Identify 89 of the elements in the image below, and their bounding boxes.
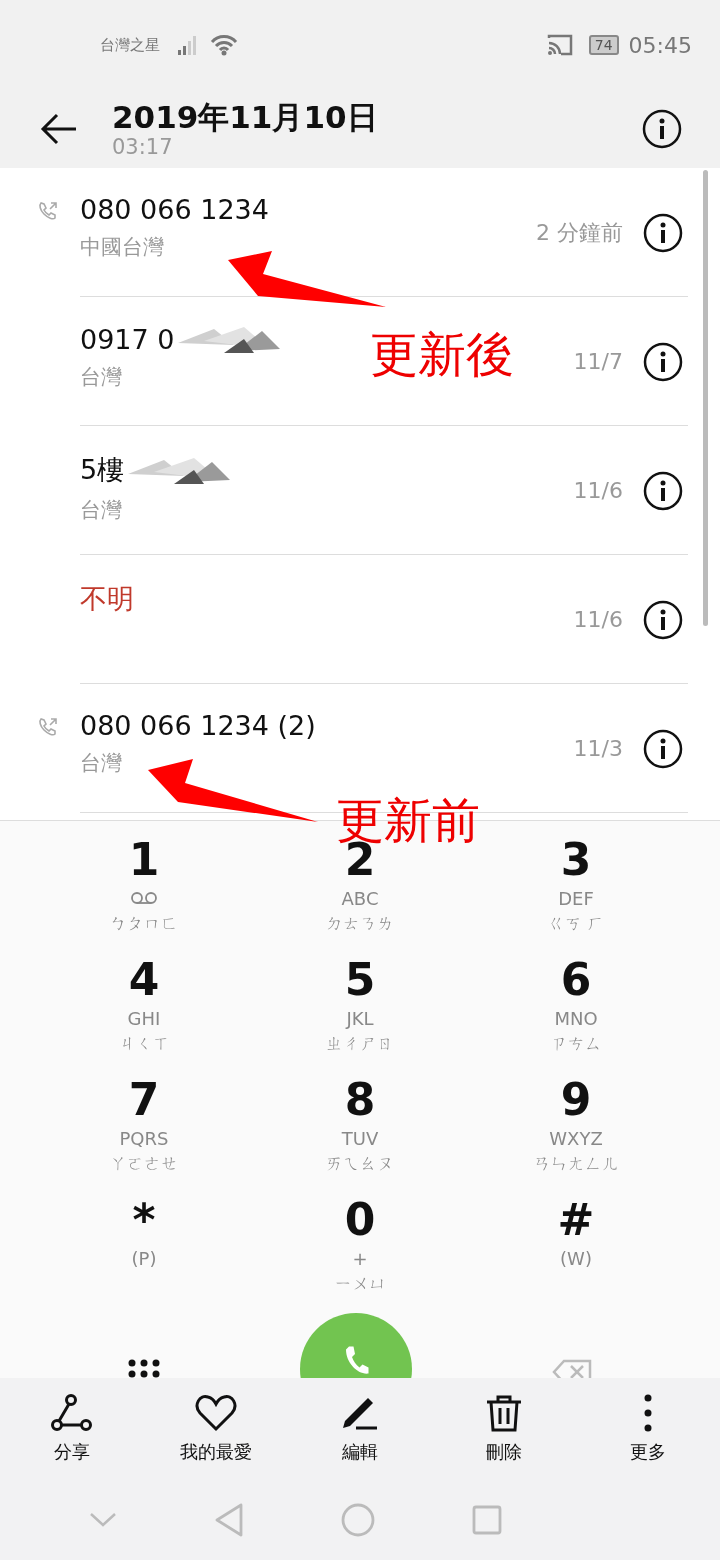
key-phonetic: ㄚㄛㄜㄝ [110,1152,178,1175]
call-log-item[interactable]: 080 066 1234 中國台灣 2 分鐘前 [0,168,720,297]
key-letters: GHI [127,1007,161,1031]
dialpad-icon[interactable] [128,1359,160,1378]
key-letters: JKL [346,1007,374,1031]
status-time: 05:45 [628,32,692,58]
key-digit: # [557,1193,595,1247]
info-icon[interactable] [642,109,682,149]
dial-key[interactable]: 5 JKL ㄓㄔㄕㄖ [252,953,468,1055]
heart-icon [195,1394,237,1432]
key-phonetic: ㄍㄎ ㄏ [547,912,605,935]
key-phonetic: ㄧㄨㄩ [334,1272,386,1295]
info-icon[interactable] [643,212,683,253]
action-label: 我的最愛 [180,1440,252,1464]
key-digit: 5 [344,953,376,1007]
call-date: 11/6 [573,607,623,632]
action-label: 編輯 [342,1440,378,1464]
action-button[interactable]: 分享 [0,1378,144,1480]
key-letters: TUV [341,1127,379,1151]
back-icon[interactable] [40,113,78,145]
key-letters: WXYZ [549,1127,603,1151]
key-phonetic: ㄢㄣㄤㄥㄦ [533,1152,619,1175]
key-letters: ABC [341,887,379,911]
call-date: 11/7 [573,349,623,374]
dial-key[interactable]: 0 + ㄧㄨㄩ [252,1193,468,1295]
dial-key[interactable]: 1 ㄅㄆㄇㄈ [36,833,252,935]
key-phonetic: ㄗㄘㄙ [550,1032,602,1055]
call-log-item[interactable]: 5樓 台灣 11/6 [0,426,720,555]
call-location: 台灣 [80,497,123,524]
cast-icon [546,34,573,56]
wifi-icon [210,34,238,56]
key-letters: (W) [560,1247,592,1271]
key-digit: 1 [128,833,160,887]
key-phonetic: ㄅㄆㄇㄈ [110,912,178,935]
call-number: 不明 [80,582,134,616]
call-number: 5樓 [80,453,125,487]
dial-key[interactable]: 9 WXYZ ㄢㄣㄤㄥㄦ [468,1073,684,1175]
call-log-item[interactable]: 不明 11/6 [0,555,720,684]
key-phonetic: ㄞㄟㄠㄡ [326,1152,394,1175]
carrier-name: 台灣之星 [100,35,160,55]
call-date: 2 分鐘前 [536,218,623,247]
key-letters: MNO [554,1007,598,1031]
call-number: 080 066 1234 [80,194,269,225]
call-location: 台灣 [80,750,123,777]
key-phonetic: ㄓㄔㄕㄖ [326,1032,394,1055]
voicemail-icon [130,892,158,906]
key-phonetic: ㄉㄊㄋㄌ [326,912,394,935]
more-icon [644,1394,652,1432]
key-digit: 7 [128,1073,160,1127]
page-title: 2019年11月10日 [112,99,379,135]
info-icon[interactable] [643,599,683,640]
dial-key[interactable]: 7 PQRS ㄚㄛㄜㄝ [36,1073,252,1175]
info-icon[interactable] [643,728,683,769]
action-label: 刪除 [486,1440,522,1464]
key-letters: + [352,1247,368,1271]
call-date: 11/3 [573,736,623,761]
call-location: 中國台灣 [80,234,165,261]
action-button[interactable]: 我的最愛 [144,1378,288,1480]
key-digit: 0 [344,1193,376,1247]
dial-key[interactable]: * (P) [36,1193,252,1271]
key-phonetic: ㄐㄑㄒ [118,1032,170,1055]
action-label: 分享 [54,1440,90,1464]
action-label: 更多 [630,1440,666,1464]
action-button[interactable]: 更多 [576,1378,720,1480]
key-digit: 9 [560,1073,592,1127]
info-icon[interactable] [643,341,683,382]
call-location: 台灣 [80,364,123,391]
call-number: 0917 0 [80,323,175,355]
share-icon [51,1394,93,1432]
action-button[interactable]: 編輯 [288,1378,432,1480]
battery-indicator: 74 [588,35,619,55]
call-number: 080 066 1234 (2) [80,710,316,741]
dial-key[interactable]: 8 TUV ㄞㄟㄠㄡ [252,1073,468,1175]
key-digit: 3 [560,833,592,887]
info-icon[interactable] [643,470,683,511]
key-digit: 6 [560,953,592,1007]
dial-key[interactable]: # (W) [468,1193,684,1271]
call-date: 11/6 [573,478,623,503]
annotation-text: 更新後 [370,330,514,378]
action-button[interactable]: 刪除 [432,1378,576,1480]
key-digit: 4 [128,953,160,1007]
dial-key[interactable]: 6 MNO ㄗㄘㄙ [468,953,684,1055]
dial-key[interactable]: 4 GHI ㄐㄑㄒ [36,953,252,1055]
key-digit: 8 [344,1073,376,1127]
key-letters: DEF [558,887,594,911]
key-letters: (P) [131,1247,157,1271]
call-time: 03:17 [112,135,174,159]
key-digit: * [132,1193,156,1247]
key-letters: PQRS [119,1127,169,1151]
